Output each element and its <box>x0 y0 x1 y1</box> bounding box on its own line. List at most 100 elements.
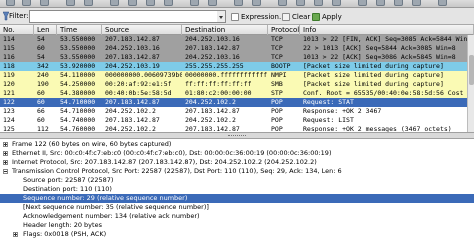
tree-item[interactable]: Destination port: 110 (110) <box>0 185 474 194</box>
expand-icon[interactable] <box>3 160 8 165</box>
pane-splitter[interactable] <box>0 132 474 139</box>
tree-item[interactable]: Frame 122 (60 bytes on wire, 60 bytes ca… <box>0 140 474 149</box>
go-to-packet-icon[interactable] <box>164 0 173 6</box>
scrollbar-thumb[interactable] <box>469 55 474 85</box>
cell-time: 54.250000 <box>60 80 96 88</box>
cell-time: 53.920000 <box>60 62 96 70</box>
tree-item-label: Sequence number: 29 (relative sequence n… <box>23 194 188 202</box>
cell-len: 60 <box>37 98 45 106</box>
expand-icon[interactable] <box>3 142 8 147</box>
cell-info: 22 > 1013 [ACK] Seq=5844 Ack=3085 Win=8 <box>303 44 456 52</box>
tree-item-label: Header length: 20 bytes <box>23 221 102 229</box>
reload-icon[interactable] <box>66 0 75 6</box>
capture-filters-icon[interactable] <box>358 0 367 6</box>
cell-info: Request: STAT <box>303 98 354 106</box>
tree-item[interactable]: Acknowledgement number: 134 (relative ac… <box>0 212 474 221</box>
splitter-grip-icon <box>228 135 246 136</box>
expression-icon <box>231 12 239 21</box>
tree-item-label: Internet Protocol, Src: 207.183.142.87 (… <box>12 158 317 166</box>
tree-item[interactable]: Flags: 0x0018 (PSH, ACK) <box>0 230 474 239</box>
open-file-icon[interactable] <box>6 0 15 6</box>
packet-details-tree: Frame 122 (60 bytes on wire, 60 bytes ca… <box>0 139 474 248</box>
cell-len: 54 <box>37 53 45 61</box>
cell-time: 54.740000 <box>60 116 96 124</box>
packet-row[interactable]: 119 240 54.110000 000000000.00609739b071000… <box>0 71 474 80</box>
packet-row[interactable]: 114 54 53.550000 207.183.142.87 204.252.103.… <box>0 35 474 44</box>
display-filters-icon[interactable] <box>376 0 385 6</box>
zoom-out-icon[interactable] <box>296 0 305 6</box>
cell-protocol: BOOTP <box>271 62 291 70</box>
tree-item[interactable]: [Next sequence number: 35 (relative sequ… <box>0 203 474 212</box>
cell-info: Response: +OK 2 3467 <box>303 107 382 115</box>
close-icon[interactable] <box>40 0 49 6</box>
packet-row[interactable]: 123 66 54.710000 204.252.102.2 207.183.142.8… <box>0 107 474 116</box>
tree-item[interactable]: Ethernet II, Src: 00:c0:4f:c7:eb:c0 (00:… <box>0 149 474 158</box>
column-header-time[interactable]: Time <box>57 25 102 35</box>
packet-row[interactable]: 125 112 54.760000 204.252.102.2 207.183.142.… <box>0 125 474 132</box>
tree-item[interactable]: Header length: 20 bytes <box>0 221 474 230</box>
find-icon[interactable] <box>110 0 119 6</box>
cell-source: 00:20:af:92:e1:5f <box>105 80 172 88</box>
column-header-protocol[interactable]: Protocol <box>268 25 300 35</box>
packet-row[interactable]: 115 60 53.550000 204.252.103.16 207.183.142.… <box>0 44 474 53</box>
colorize-icon[interactable] <box>234 0 243 6</box>
filter-history-dropdown[interactable] <box>217 10 226 23</box>
cell-destination: 204.252.102.2 <box>185 116 236 124</box>
tree-item[interactable]: Transmission Control Protocol, Src Port:… <box>0 167 474 176</box>
tree-item[interactable]: Source port: 22587 (22587) <box>0 176 474 185</box>
tree-item[interactable]: Internet Protocol, Src: 207.183.142.87 (… <box>0 158 474 167</box>
filter-input[interactable] <box>29 10 218 23</box>
expand-icon[interactable] <box>13 232 18 237</box>
autoscroll-icon[interactable] <box>252 0 261 6</box>
clear-button[interactable]: Clear <box>280 10 312 23</box>
packet-list-scrollbar[interactable] <box>467 35 474 132</box>
column-header-destination[interactable]: Destination <box>182 25 268 35</box>
go-first-icon[interactable] <box>190 0 199 6</box>
tree-item-label: Frame 122 (60 bytes on wire, 60 bytes ca… <box>12 140 172 148</box>
print-icon[interactable] <box>84 0 93 6</box>
expression-button[interactable]: Expression... <box>229 10 288 23</box>
expand-icon[interactable] <box>3 151 8 156</box>
cell-time: 53.550000 <box>60 53 96 61</box>
packet-row[interactable]: 124 60 54.740000 207.183.142.87 204.252.102.… <box>0 116 474 125</box>
resize-columns-icon[interactable] <box>332 0 341 6</box>
zoom-normal-icon[interactable] <box>314 0 323 6</box>
tree-item-label: Ethernet II, Src: 00:c0:4f:c7:eb:c0 (00:… <box>12 149 332 157</box>
cell-no: 115 <box>3 44 15 52</box>
preferences-icon[interactable] <box>412 0 421 6</box>
tree-item[interactable]: Sequence number: 29 (relative sequence n… <box>0 194 474 203</box>
column-header-len[interactable]: Len <box>34 25 57 35</box>
cell-source: 00:40:0b:5e:58:5d <box>105 89 172 97</box>
cell-info: Response: +OK 2 messages (3467 octets) <box>303 125 452 132</box>
packet-row[interactable]: 121 60 54.380000 00:40:0b:5e:58:5d 01:80:c2:… <box>0 89 474 98</box>
cell-destination: 204.252.103.16 <box>185 35 240 43</box>
cell-no: 114 <box>3 35 15 43</box>
go-forward-icon[interactable] <box>146 0 155 6</box>
cell-no: 125 <box>3 125 15 132</box>
apply-button[interactable]: Apply <box>310 10 344 23</box>
help-icon[interactable] <box>438 0 447 6</box>
column-header-info[interactable]: Info <box>300 25 474 35</box>
collapse-icon[interactable] <box>3 169 8 174</box>
zoom-in-icon[interactable] <box>278 0 287 6</box>
save-icon[interactable] <box>22 0 31 6</box>
cell-info: [Packet size limited during capture] <box>303 71 444 79</box>
go-last-icon[interactable] <box>208 0 217 6</box>
cell-destination: ff:ff:ff:ff:ff:ff <box>185 80 252 88</box>
cell-len: 60 <box>37 89 45 97</box>
packet-list: No. Len Time Source Destination Protocol… <box>0 25 474 132</box>
cell-no: 119 <box>3 71 15 79</box>
packet-row[interactable]: 118 342 53.920000 204.252.103.19 255.255.255… <box>0 62 474 71</box>
cell-protocol: POP <box>271 107 283 115</box>
column-header-source[interactable]: Source <box>102 25 182 35</box>
coloring-rules-icon[interactable] <box>394 0 403 6</box>
packet-row[interactable]: 122 60 54.710000 207.183.142.87 204.252.102.… <box>0 98 474 107</box>
go-back-icon[interactable] <box>128 0 137 6</box>
cell-source: 204.252.102.2 <box>105 107 156 115</box>
packet-row[interactable]: 120 190 54.250000 00:20:af:92:e1:5f ff:ff:ff… <box>0 80 474 89</box>
cell-destination: 01:80:c2:00:00:00 <box>185 89 252 97</box>
cell-protocol: POP <box>271 125 283 132</box>
column-header-no[interactable]: No. <box>0 25 34 35</box>
cell-len: 60 <box>37 44 45 52</box>
packet-row[interactable]: 116 54 53.550000 207.183.142.87 204.252.103.… <box>0 53 474 62</box>
